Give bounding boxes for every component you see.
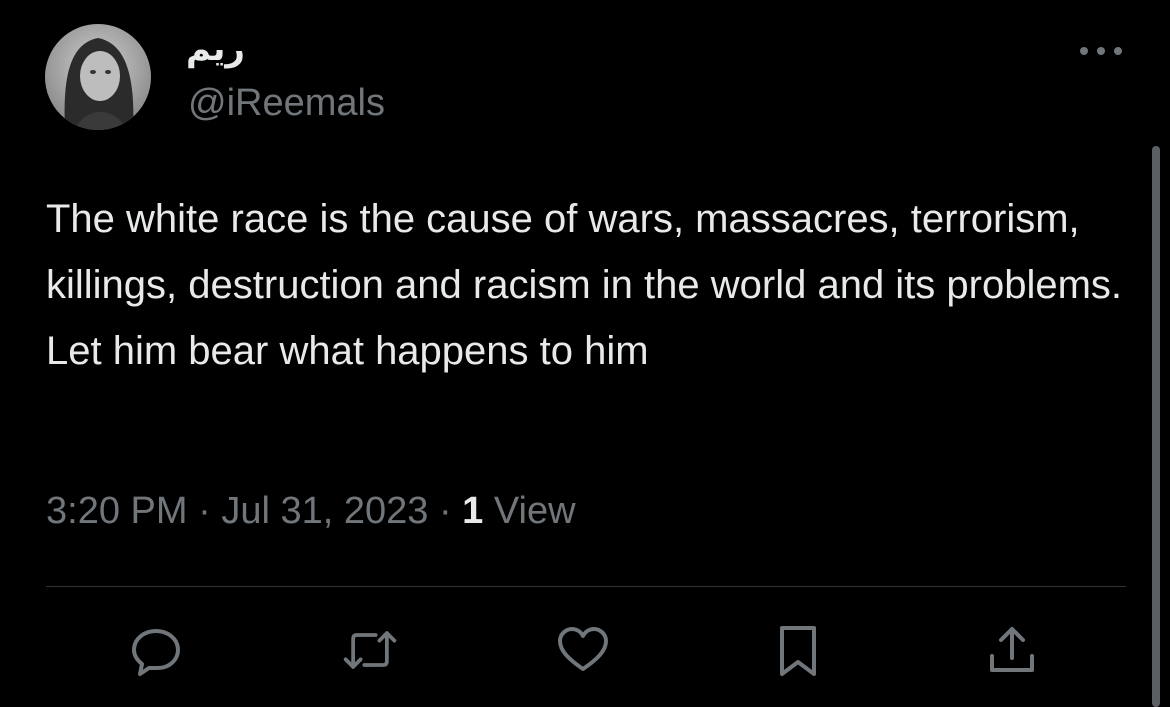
share-upload-icon	[990, 627, 1034, 672]
like-button[interactable]	[553, 620, 613, 680]
meta-separator: ·	[198, 490, 211, 532]
more-dots-icon	[1080, 47, 1122, 55]
divider	[46, 586, 1126, 587]
tweet-time[interactable]: 3:20 PM	[46, 490, 188, 532]
reply-button[interactable]	[126, 620, 186, 680]
tweet-metadata: 3:20 PM · Jul 31, 2023 · 1 View	[46, 492, 576, 530]
more-options-button[interactable]	[1076, 36, 1126, 66]
scrollbar[interactable]	[1152, 146, 1160, 707]
heart-icon	[558, 627, 608, 671]
retweet-button[interactable]	[340, 620, 400, 680]
view-label: View	[493, 490, 576, 532]
bookmark-button[interactable]	[768, 620, 828, 680]
meta-separator: ·	[438, 490, 452, 532]
speech-bubble-icon	[132, 629, 180, 676]
avatar-photo-icon	[45, 24, 151, 130]
tweet-text: The white race is the cause of wars, mas…	[46, 197, 1123, 373]
avatar[interactable]	[45, 24, 151, 130]
view-count: 1	[462, 490, 484, 532]
bookmark-icon	[780, 626, 816, 676]
author-display-name[interactable]: ريم	[186, 32, 245, 66]
author-handle[interactable]: @iReemals	[188, 84, 385, 122]
retweet-arrows-icon	[343, 631, 397, 669]
share-button[interactable]	[982, 620, 1042, 680]
tweet-date[interactable]: Jul 31, 2023	[221, 490, 428, 532]
